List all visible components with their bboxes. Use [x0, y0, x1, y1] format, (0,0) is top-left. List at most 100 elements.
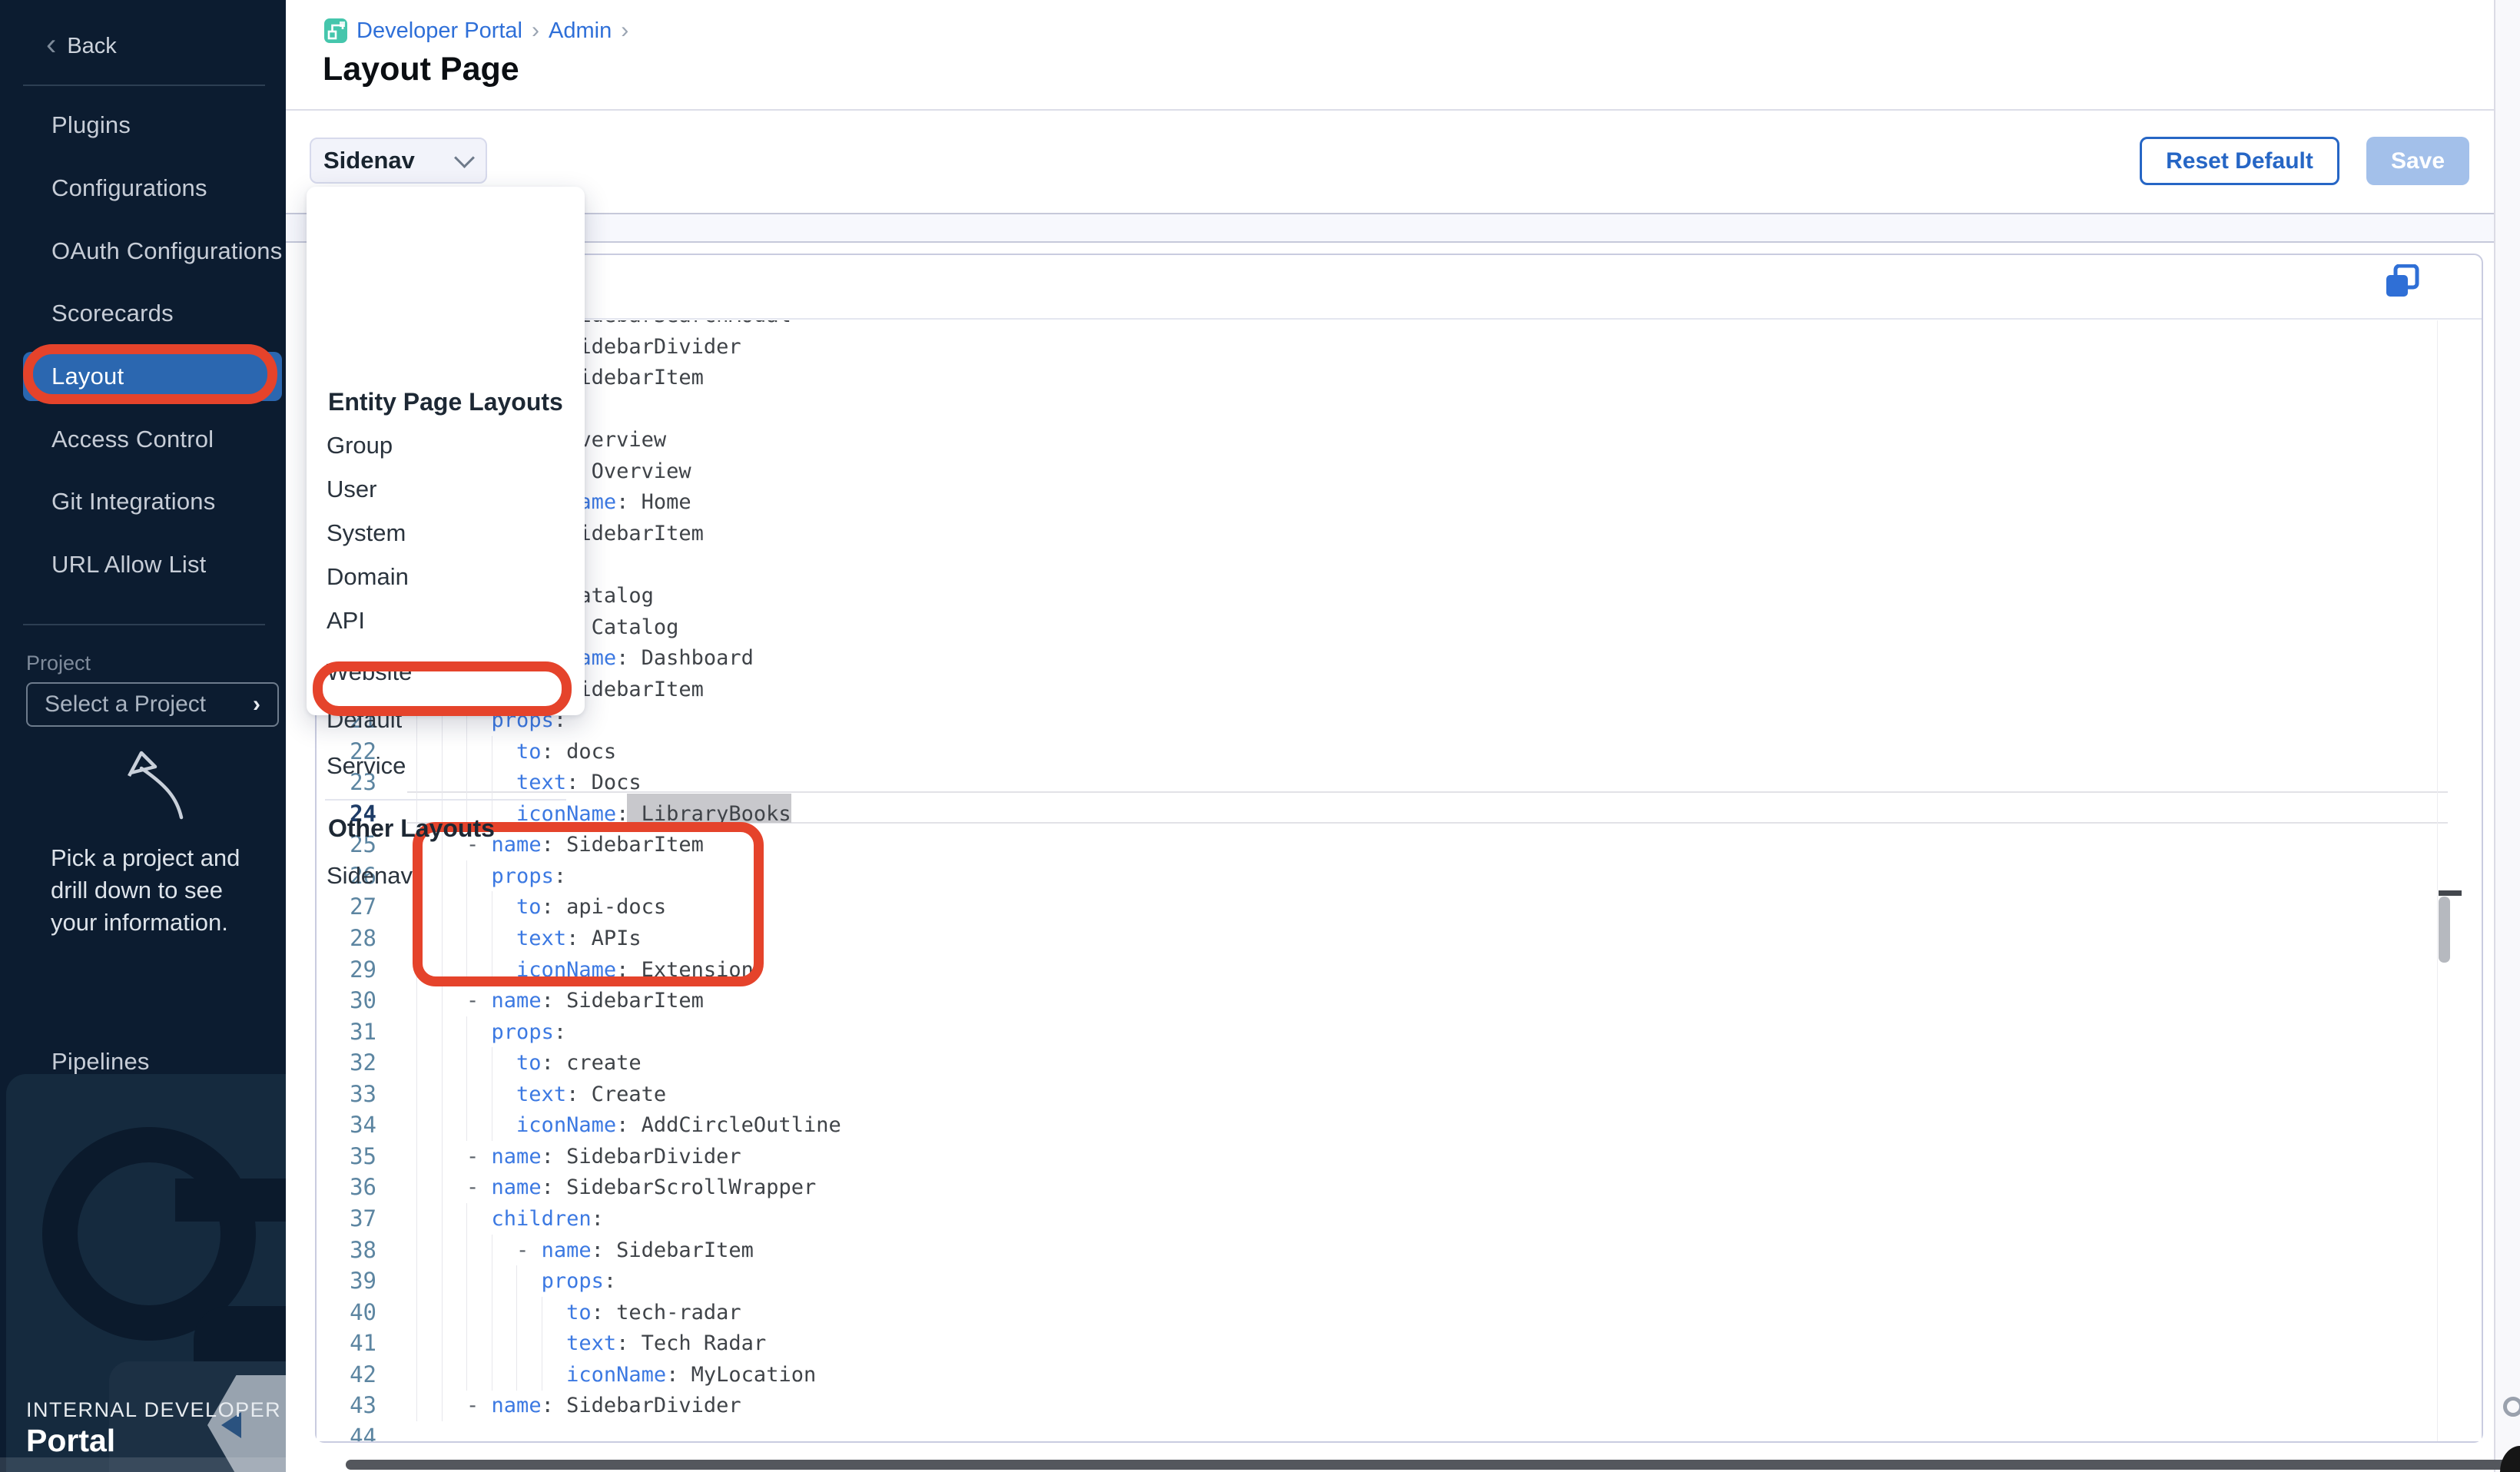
code-line[interactable]: 23 text: Docs [317, 767, 2482, 798]
sidebar-item-configurations[interactable]: Configurations [0, 172, 286, 204]
sidebar-item-pipelines[interactable]: Pipelines [0, 1046, 286, 1078]
line-number: 41 [317, 1328, 376, 1359]
sidebar-item-plugins[interactable]: Plugins [0, 109, 286, 141]
code-line[interactable]: 18 text: Catalog [317, 612, 2482, 643]
code-line[interactable]: 39 props: [317, 1265, 2482, 1297]
sidebar-item-access-control[interactable]: Access Control [0, 423, 286, 456]
dropdown-divider [325, 799, 566, 801]
line-number: 40 [317, 1297, 376, 1328]
editor-scrollbar-thumb[interactable] [2439, 897, 2450, 963]
decorative-bar [175, 1179, 286, 1222]
page-title: Layout Page [323, 51, 519, 88]
layout-selector-menu: Entity Page Layouts Group User System Domai… [307, 187, 585, 715]
line-number: 33 [317, 1079, 376, 1110]
code-line[interactable]: 38 - name: SidebarItem [317, 1235, 2482, 1266]
line-number: 30 [317, 985, 376, 1016]
reset-default-button[interactable]: Reset Default [2140, 137, 2339, 185]
code-line[interactable]: 16 props: [317, 549, 2482, 580]
copy-icon[interactable] [2385, 264, 2422, 301]
brand-eyebrow: INTERNAL DEVELOPER [26, 1398, 281, 1422]
panel-header-divider [317, 318, 2482, 320]
code-line[interactable]: 40 to: tech-radar [317, 1297, 2482, 1328]
code-line[interactable]: 24 iconName: LibraryBooks [317, 798, 2482, 830]
sidebar-item-git-integrations[interactable]: Git Integrations [0, 486, 286, 518]
code-line[interactable]: 17 to: catalog [317, 580, 2482, 612]
menu-item-default[interactable]: Default [307, 702, 585, 738]
code-line[interactable]: 22 to: docs [317, 736, 2482, 767]
code-line[interactable]: 41 text: Tech Radar [317, 1328, 2482, 1359]
sidebar-item-url-allow-list[interactable]: URL Allow List [0, 549, 286, 581]
menu-item-api[interactable]: API [307, 603, 585, 638]
line-number: 43 [317, 1390, 376, 1421]
sidebar-divider-project [23, 624, 265, 625]
menu-item-sidenav[interactable]: Sidenav [307, 858, 585, 893]
code-line[interactable]: 12 to: overview [317, 424, 2482, 456]
code-line[interactable]: 10 - name: SidebarItem [317, 362, 2482, 393]
sidebar-item-scorecards[interactable]: Scorecards [0, 297, 286, 330]
editor-ruler-divider [2437, 320, 2438, 1441]
code-line[interactable]: 8 - name: SidebarSearchModal [317, 320, 2482, 331]
dropdown-group-header: Entity Page Layouts [328, 384, 563, 419]
horizontal-scrollbar-thumb[interactable] [346, 1460, 2520, 1470]
line-number: 35 [317, 1141, 376, 1172]
code-line[interactable]: 26 props: [317, 860, 2482, 892]
select-project-button[interactable]: Select a Project › [26, 682, 279, 727]
developer-portal-logo-icon [324, 18, 347, 43]
editor-cursor-marker [2439, 890, 2462, 896]
code-line[interactable]: 28 text: APIs [317, 923, 2482, 954]
breadcrumb-admin[interactable]: Admin [549, 18, 612, 44]
corner-widget-icon [2503, 1397, 2520, 1417]
code-line[interactable]: 44 [317, 1421, 2482, 1441]
sidebar-item-oauth-configurations[interactable]: OAuth Configurations [0, 235, 286, 267]
code-line[interactable]: 21 props: [317, 705, 2482, 736]
code-line[interactable]: 30 - name: SidebarItem [317, 985, 2482, 1016]
code-line[interactable]: 29 iconName: Extension [317, 954, 2482, 986]
code-editor[interactable]: 8 - name: SidebarSearchModal9 - name: Si… [317, 320, 2482, 1441]
code-line[interactable]: 25 - name: SidebarItem [317, 829, 2482, 860]
code-line[interactable]: 32 to: create [317, 1047, 2482, 1079]
code-line[interactable]: 11 props: [317, 393, 2482, 425]
code-line[interactable]: 36 - name: SidebarScrollWrapper [317, 1172, 2482, 1203]
back-button[interactable]: ‹ Back [46, 29, 117, 63]
code-line[interactable]: 9 - name: SidebarDivider [317, 331, 2482, 363]
menu-item-website[interactable]: Website [307, 655, 585, 690]
layout-selector-value: Sidenav [323, 147, 415, 174]
project-hint-text: Pick a project and drill down to see you… [51, 842, 262, 939]
brand-title: Portal [26, 1423, 115, 1459]
code-line[interactable]: 14 iconName: Home [317, 486, 2482, 518]
layout-selector-dropdown[interactable]: Sidenav [310, 138, 487, 184]
code-line[interactable]: 27 to: api-docs [317, 891, 2482, 923]
line-number: 34 [317, 1109, 376, 1141]
code-line[interactable]: 13 text: Overview [317, 456, 2482, 487]
line-number: 42 [317, 1359, 376, 1391]
save-button[interactable]: Save [2366, 137, 2469, 185]
breadcrumb-separator-icon: › [532, 18, 539, 44]
code-line[interactable]: 31 props: [317, 1016, 2482, 1048]
code-line[interactable]: 15 - name: SidebarItem [317, 518, 2482, 549]
dropdown-group-header: Other Layouts [328, 811, 495, 846]
horizontal-scrollbar-track [0, 1457, 286, 1472]
line-number: 38 [317, 1235, 376, 1266]
line-number: 39 [317, 1265, 376, 1297]
chevron-right-icon: › [253, 691, 260, 718]
menu-item-system[interactable]: System [307, 516, 585, 551]
breadcrumb-developer-portal[interactable]: Developer Portal [356, 18, 522, 44]
menu-item-user[interactable]: User [307, 472, 585, 507]
breadcrumb: Developer Portal › Admin › [324, 17, 628, 45]
code-line[interactable]: 20 - name: SidebarItem [317, 674, 2482, 705]
code-line[interactable]: 19 iconName: Dashboard [317, 642, 2482, 674]
code-line[interactable]: 37 children: [317, 1203, 2482, 1235]
header-divider [286, 109, 2520, 111]
sidebar-item-layout[interactable]: Layout [23, 352, 282, 401]
page-scrollbar-vertical[interactable] [2494, 0, 2520, 1472]
line-number: 27 [317, 891, 376, 923]
menu-item-service[interactable]: Service [307, 748, 585, 784]
code-line[interactable]: 42 iconName: MyLocation [317, 1359, 2482, 1391]
code-line[interactable]: 33 text: Create [317, 1079, 2482, 1110]
project-section-label: Project [26, 651, 91, 675]
menu-item-domain[interactable]: Domain [307, 559, 585, 595]
code-line[interactable]: 35 - name: SidebarDivider [317, 1141, 2482, 1172]
code-line[interactable]: 34 iconName: AddCircleOutline [317, 1109, 2482, 1141]
code-line[interactable]: 43 - name: SidebarDivider [317, 1390, 2482, 1421]
menu-item-group[interactable]: Group [307, 428, 585, 463]
